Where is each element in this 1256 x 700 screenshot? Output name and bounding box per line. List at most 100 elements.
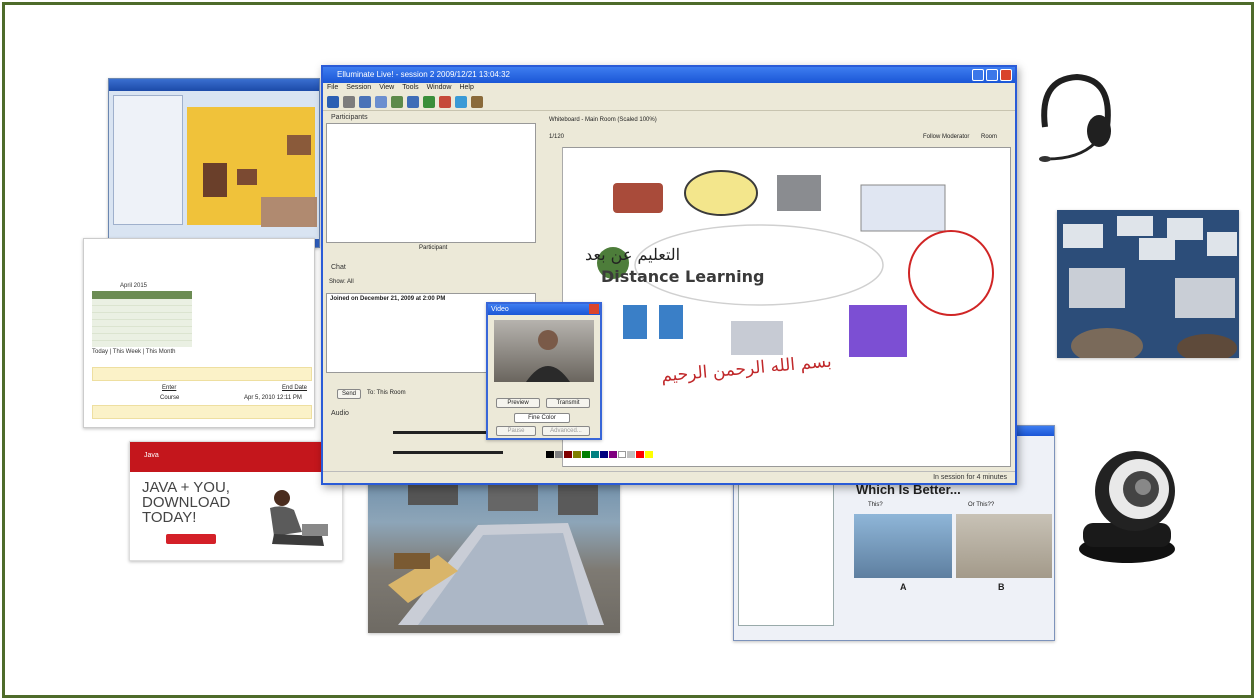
participants-title: Participants — [331, 114, 368, 121]
preview-button[interactable]: Preview — [496, 398, 540, 408]
minimize-button[interactable] — [972, 69, 984, 81]
settings-icon[interactable] — [471, 95, 483, 108]
photo-clipart — [777, 175, 821, 211]
course-cell: Course — [160, 395, 180, 401]
pause-button[interactable]: Pause — [496, 426, 536, 436]
lecture-clipart — [613, 183, 663, 213]
slogan-line-2: DOWNLOAD — [142, 494, 231, 511]
whiteboard-title: Whiteboard - Main Room (Scaled 100%) — [549, 117, 657, 123]
advanced-button[interactable]: Advanced... — [542, 426, 590, 436]
column-header-end-date[interactable]: End Date — [282, 385, 307, 391]
virtual-world-screenshot — [368, 475, 620, 633]
students-laptops-scene — [1057, 210, 1239, 358]
webcam-video-feed — [494, 320, 594, 382]
java-slogan: JAVA + YOU, DOWNLOAD TODAY! — [142, 480, 230, 525]
runner-clipart — [684, 170, 758, 216]
record-icon[interactable] — [439, 95, 451, 108]
photo-thumbnail — [287, 135, 311, 155]
headset-icon — [1039, 73, 1111, 162]
print-icon[interactable] — [343, 95, 355, 108]
color-swatch[interactable] — [582, 451, 590, 458]
slogan-line-3: TODAY! — [142, 509, 197, 526]
webcam-feed — [261, 197, 317, 227]
chart-icon[interactable] — [391, 95, 403, 108]
speaker-volume-slider[interactable] — [393, 451, 503, 454]
calendar-month: April 2015 — [120, 283, 148, 289]
session-duration: In session for 4 minutes — [933, 474, 1007, 481]
send-button[interactable]: Send — [337, 389, 361, 399]
image-option-b — [956, 514, 1052, 578]
chat-recipient-select[interactable]: To: This Room — [367, 390, 406, 396]
calendar-links[interactable]: Today | This Week | This Month — [92, 349, 176, 355]
transmit-button[interactable]: Transmit — [546, 398, 590, 408]
layout-icon[interactable] — [359, 95, 371, 108]
main-toolbar — [323, 93, 1015, 111]
page-indicator: 1/120 — [549, 134, 565, 140]
calendar-grid — [92, 299, 192, 347]
menu-help[interactable]: Help — [459, 83, 473, 93]
color-swatch[interactable] — [564, 451, 572, 458]
pager-bar — [92, 367, 312, 381]
photo-thumbnail — [203, 163, 227, 197]
slide-frame: April 2015 Today | This Week | This Mont… — [2, 2, 1254, 698]
color-swatch[interactable] — [618, 451, 626, 458]
color-swatch[interactable] — [600, 451, 608, 458]
color-swatch[interactable] — [636, 451, 644, 458]
display-icon[interactable] — [407, 95, 419, 108]
pager-bar — [92, 405, 312, 419]
color-swatch[interactable] — [627, 451, 635, 458]
close-icon[interactable] — [589, 304, 599, 314]
color-palette — [546, 451, 653, 458]
color-swatch[interactable] — [609, 451, 617, 458]
app-share-icon[interactable] — [423, 95, 435, 108]
room-checkbox[interactable]: Room — [981, 131, 997, 143]
web-tour-icon[interactable] — [455, 95, 467, 108]
color-swatch[interactable] — [645, 451, 653, 458]
menu-bar: File Session View Tools Window Help — [323, 83, 1015, 93]
follow-moderator-checkbox[interactable]: Follow Moderator — [923, 131, 969, 143]
side-panel — [113, 95, 183, 225]
participants-panel — [738, 476, 834, 626]
color-swatch[interactable] — [555, 451, 563, 458]
menu-file[interactable]: File — [327, 83, 338, 93]
computer-left-clipart — [623, 305, 647, 339]
image-option-a — [854, 514, 952, 578]
slogan-line-1: JAVA + YOU, — [142, 479, 230, 496]
close-button[interactable] — [1000, 69, 1012, 81]
video-window: Video Preview Transmit Fine Color Pause … — [486, 302, 602, 440]
chat-title: Chat — [331, 264, 346, 271]
status-bar: In session for 4 minutes — [323, 471, 1015, 483]
window-titlebar: Elluminate Live! - session 2 2009/12/21 … — [323, 67, 1015, 83]
video-titlebar: Video — [488, 304, 600, 315]
color-swatch[interactable] — [546, 451, 554, 458]
virtual-classroom-screenshot — [108, 78, 320, 248]
participants-list[interactable] — [326, 123, 536, 243]
save-icon[interactable] — [327, 95, 339, 108]
menu-tools[interactable]: Tools — [402, 83, 418, 93]
maximize-button[interactable] — [986, 69, 998, 81]
menu-window[interactable]: Window — [427, 83, 452, 93]
audio-title: Audio — [331, 410, 349, 417]
column-header-enter[interactable]: Enter — [162, 385, 176, 391]
color-mode-select[interactable]: Fine Color — [514, 413, 570, 423]
video-title: Video — [491, 306, 509, 313]
webcam-icon — [1079, 451, 1175, 563]
window-titlebar — [109, 79, 319, 91]
teacher-computer-clipart — [908, 230, 994, 316]
3d-classroom-scene — [388, 481, 604, 625]
chat-filter[interactable]: Show: All — [329, 279, 354, 285]
color-swatch[interactable] — [573, 451, 581, 458]
presenter-silhouette — [526, 330, 570, 382]
label-b: B — [998, 582, 1005, 592]
menu-view[interactable]: View — [379, 83, 394, 93]
list-icon[interactable] — [375, 95, 387, 108]
whiteboard-navigation: 1/120 Follow Moderator Room — [541, 131, 1011, 143]
computer-right-clipart — [659, 305, 683, 339]
color-swatch[interactable] — [591, 451, 599, 458]
menu-session[interactable]: Session — [346, 83, 371, 93]
classroom-clipart — [731, 321, 783, 355]
computer-screenshot-clipart — [860, 184, 946, 232]
window-controls — [972, 69, 1012, 81]
download-button[interactable] — [166, 534, 216, 544]
distance-learning-title: Distance Learning — [601, 267, 765, 286]
